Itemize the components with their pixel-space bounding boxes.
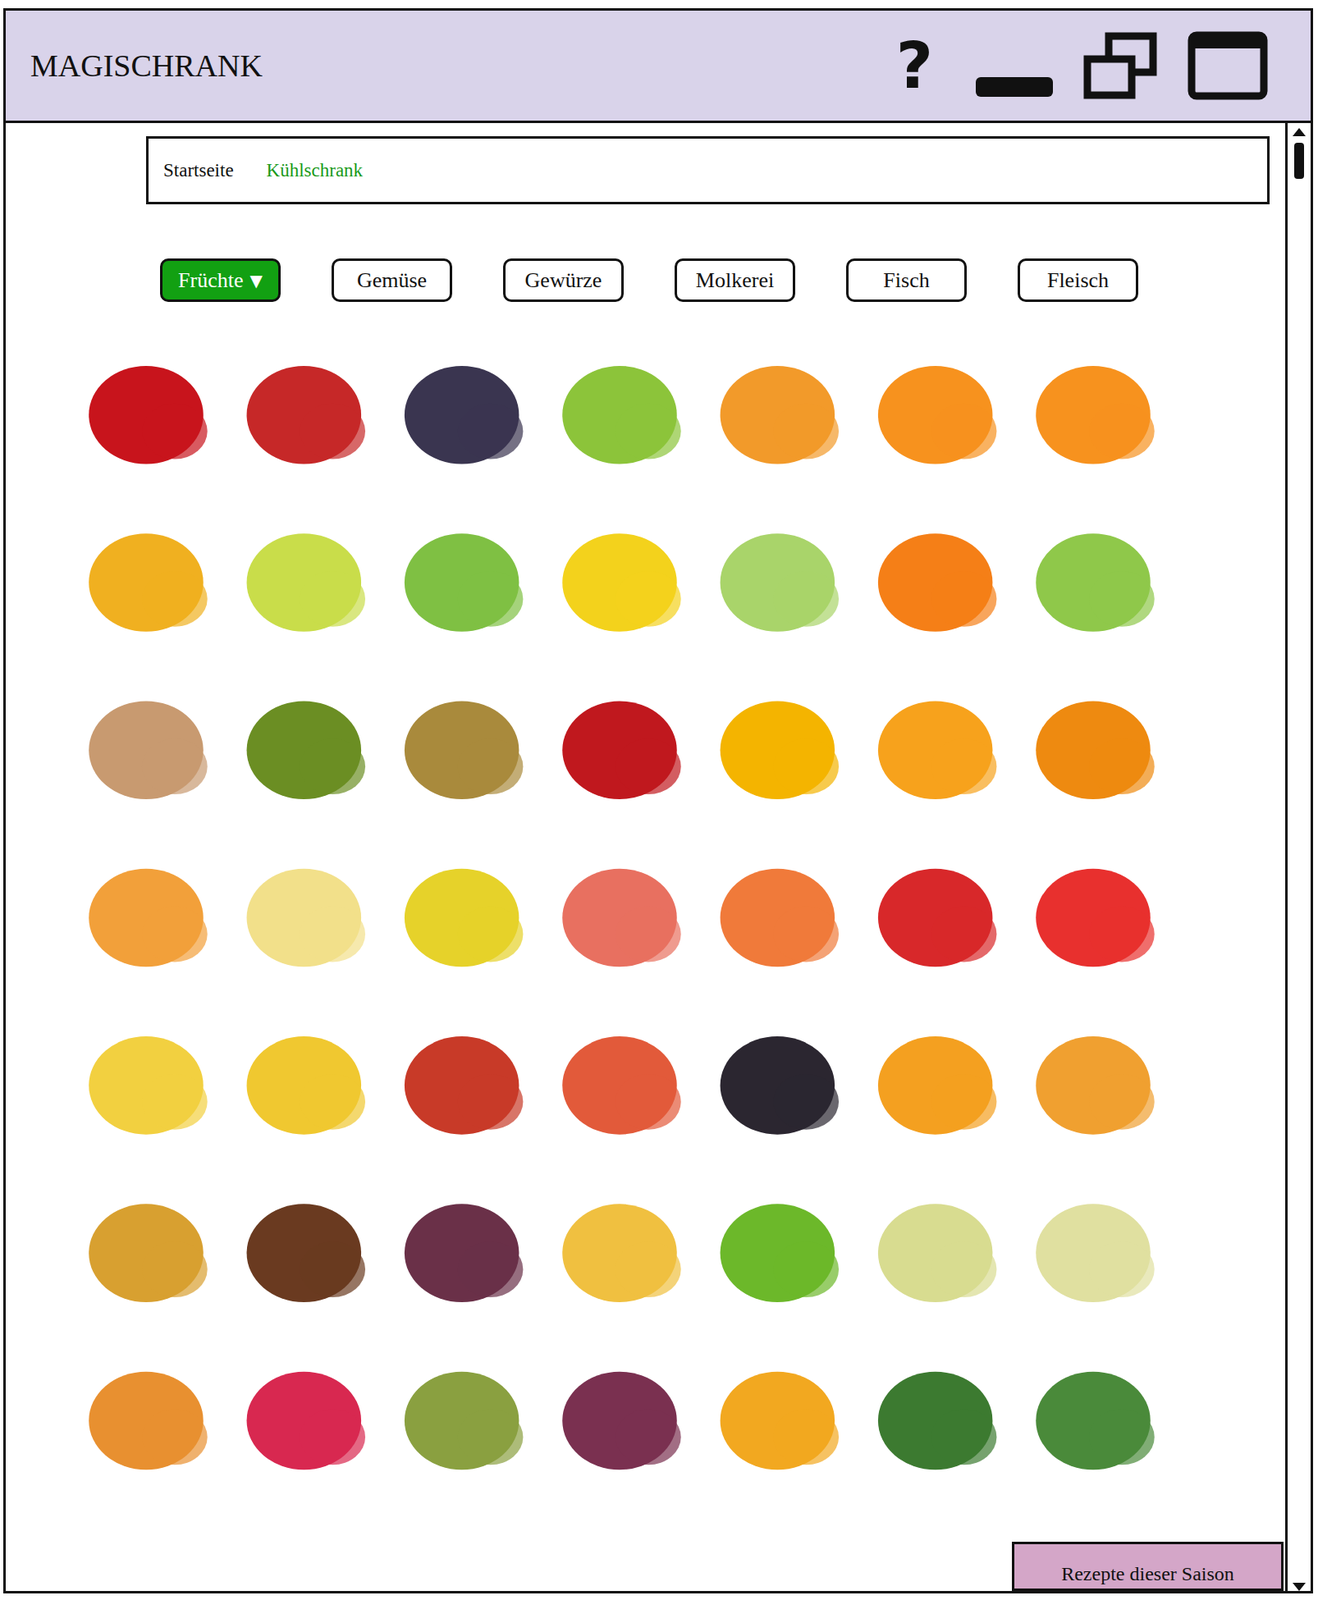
seasonal-recipes-button[interactable]: Rezepte dieser Saison: [1011, 1542, 1284, 1592]
category-bar: Früchte▼ Gemüse Gewürze Molkerei Fisch Fleisc…: [160, 258, 1286, 303]
category-button[interactable]: Fleisch: [1017, 258, 1139, 303]
category-button[interactable]: Früchte▼: [160, 258, 281, 303]
scrollbar[interactable]: [1285, 123, 1311, 1592]
category-button[interactable]: Gewürze: [503, 258, 624, 303]
main-panel: Startseite Kühlschrank Früchte▼ Gemüse Gewür…: [5, 123, 1286, 1592]
breadcrumb-bar: Startseite Kühlschrank: [146, 136, 1270, 205]
scroll-thumb[interactable]: [1294, 142, 1305, 179]
minimize-icon[interactable]: [975, 77, 1053, 97]
scroll-down-icon[interactable]: [1292, 1583, 1306, 1592]
dropdown-icon: ▼: [250, 270, 263, 291]
window-controls: ?: [896, 31, 1268, 101]
window-title: MAGISCHRANK: [30, 47, 897, 84]
footer-row: Rezepte dieser Saison: [5, 1542, 1286, 1592]
scroll-up-icon[interactable]: [1292, 128, 1306, 137]
restore-icon[interactable]: [1080, 31, 1160, 101]
category-button[interactable]: Gemüse: [331, 258, 453, 303]
nav-item[interactable]: Startseite: [163, 160, 234, 182]
category-button[interactable]: Molkerei: [674, 258, 796, 303]
maximize-icon[interactable]: [1187, 31, 1268, 101]
title-bar: MAGISCHRANK?: [5, 10, 1311, 124]
category-button[interactable]: Fisch: [846, 258, 967, 303]
nav-item[interactable]: Kühlschrank: [266, 160, 364, 182]
fruit-collage-image: [66, 337, 1175, 1529]
content-area: Startseite Kühlschrank Früchte▼ Gemüse Gewür…: [5, 123, 1311, 1592]
app-window: MAGISCHRANK? Startseite Kühlschrank Früchte…: [3, 8, 1314, 1594]
help-button[interactable]: ?: [896, 33, 934, 98]
